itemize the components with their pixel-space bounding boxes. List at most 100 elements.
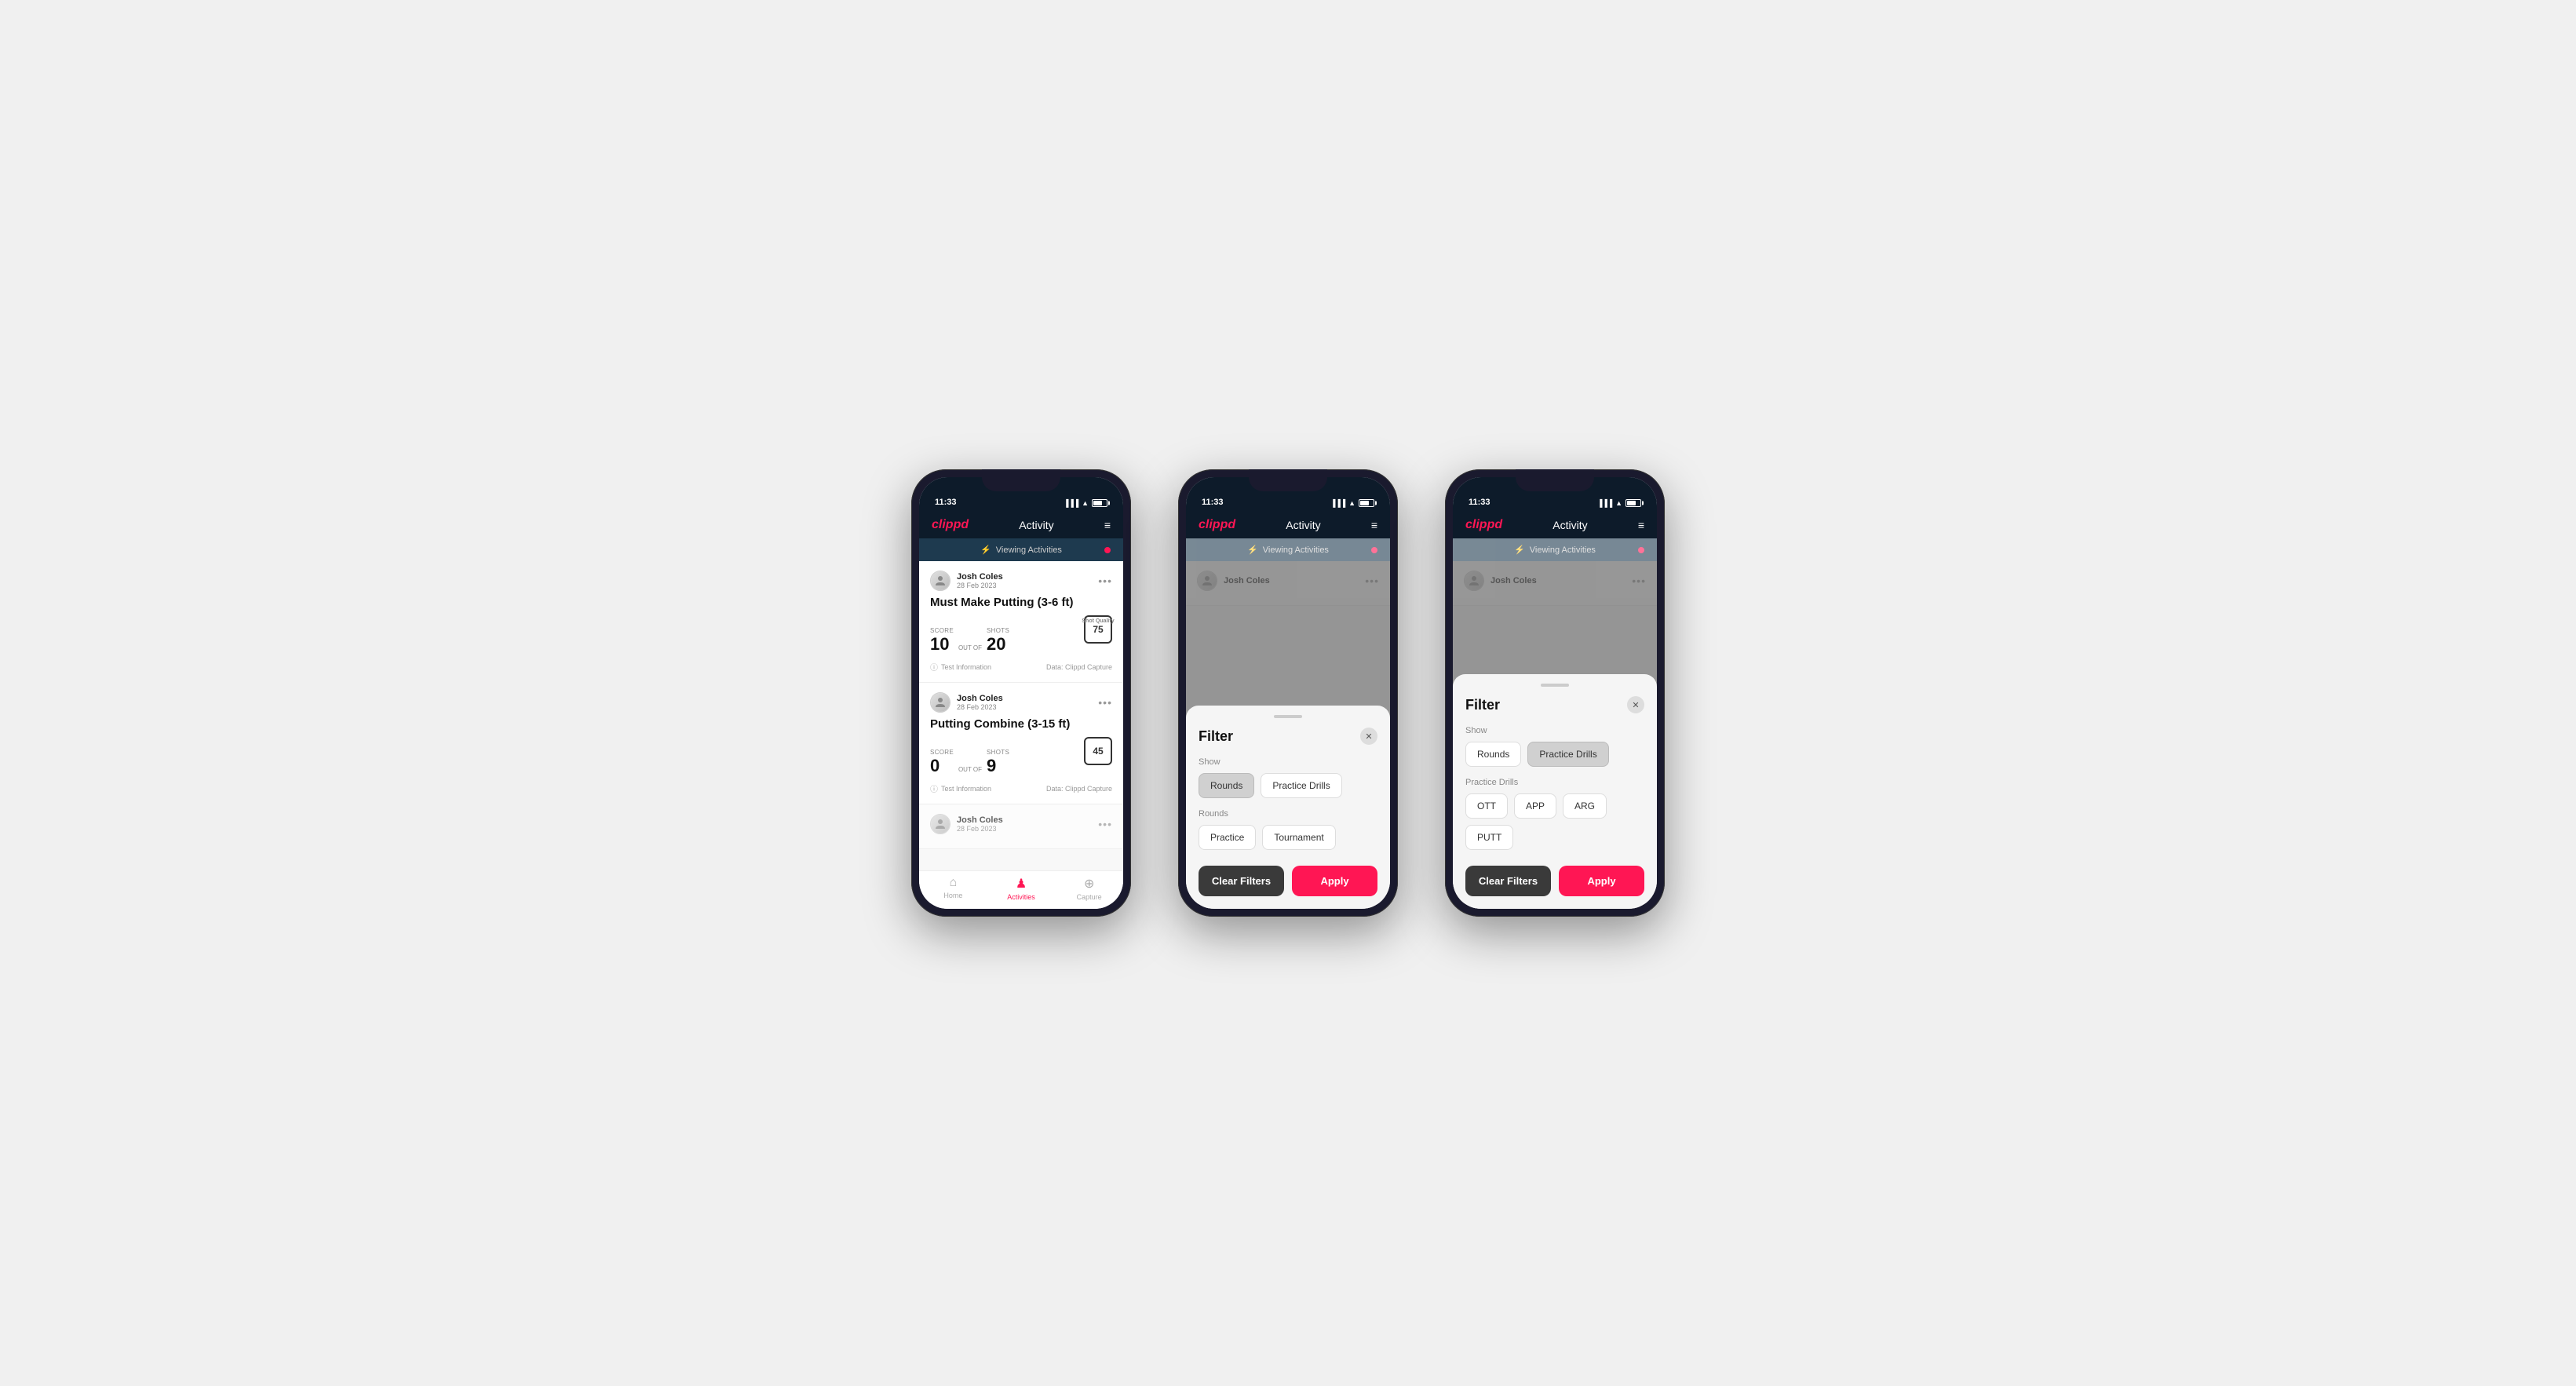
nav-logo-2: clippd xyxy=(1199,518,1235,532)
filter-btn-putt-3[interactable]: PUTT xyxy=(1465,825,1513,850)
footer-data-2: Data: Clippd Capture xyxy=(1046,785,1112,793)
shot-quality-label-1: Shot Quality xyxy=(1082,618,1114,624)
filter-btn-rounds-3[interactable]: Rounds xyxy=(1465,742,1521,767)
wifi-icon-3: ▲ xyxy=(1615,499,1622,507)
card-footer-left-2: ⓘ Test Information xyxy=(930,782,991,794)
footer-data-1: Data: Clippd Capture xyxy=(1046,663,1112,671)
signal-icon-1: ▐▐▐ xyxy=(1064,499,1078,507)
filter-handle-3 xyxy=(1541,684,1569,687)
footer-info-1: Test Information xyxy=(941,663,991,671)
viewing-dot-3 xyxy=(1638,547,1644,553)
nav-item-home-1[interactable]: ⌂ Home xyxy=(919,876,987,901)
nav-menu-3[interactable]: ≡ xyxy=(1638,519,1644,531)
status-time-3: 11:33 xyxy=(1469,498,1491,507)
nav-title-1: Activity xyxy=(1019,519,1053,531)
notch-1 xyxy=(982,469,1060,491)
card-dots-3[interactable]: ••• xyxy=(1098,818,1112,830)
stat-shots-label-2: Shots xyxy=(987,749,1009,756)
stat-score-group-1: Score 10 xyxy=(930,627,954,655)
card-dots-1[interactable]: ••• xyxy=(1098,574,1112,587)
filter-container-2: Josh Coles ••• Filter ✕ xyxy=(1186,561,1390,909)
card-title-1: Must Make Putting (3-6 ft) xyxy=(930,596,1112,609)
filter-modal-3: Filter ✕ Show Rounds Practice Drills Pra… xyxy=(1453,674,1657,909)
clear-filters-button-2[interactable]: Clear Filters xyxy=(1199,866,1284,896)
viewing-text-2: Viewing Activities xyxy=(1263,545,1329,555)
filter-close-3[interactable]: ✕ xyxy=(1627,696,1644,713)
battery-fill-1 xyxy=(1093,501,1102,505)
card-user-2: Josh Coles 28 Feb 2023 xyxy=(930,692,1003,713)
clear-filters-button-3[interactable]: Clear Filters xyxy=(1465,866,1551,896)
phone-1-screen: 11:33 ▐▐▐ ▲ clippd Activity ≡ ⚡ Viewing … xyxy=(919,477,1123,909)
card-user-3: Josh Coles 28 Feb 2023 xyxy=(930,814,1003,834)
battery-icon-2 xyxy=(1359,499,1374,507)
viewing-bar-2[interactable]: ⚡ Viewing Activities xyxy=(1186,538,1390,561)
footer-info-2: Test Information xyxy=(941,785,991,793)
nav-title-3: Activity xyxy=(1553,519,1587,531)
viewing-icon-3: ⚡ xyxy=(1514,545,1525,555)
phones-container: 11:33 ▐▐▐ ▲ clippd Activity ≡ ⚡ Viewing … xyxy=(911,469,1665,917)
avatar-inner-3 xyxy=(931,815,950,833)
nav-logo-1: clippd xyxy=(932,518,969,532)
user-name-1: Josh Coles xyxy=(957,572,1003,582)
activities-label-1: Activities xyxy=(1007,893,1035,901)
avatar-svg-2 xyxy=(934,696,947,709)
battery-icon-3 xyxy=(1626,499,1641,507)
stat-score-label-2: Score xyxy=(930,749,954,756)
avatar-svg-1 xyxy=(934,574,947,587)
filter-close-2[interactable]: ✕ xyxy=(1360,728,1377,745)
filter-title-2: Filter xyxy=(1199,728,1233,745)
avatar-2 xyxy=(930,692,950,713)
phone-1: 11:33 ▐▐▐ ▲ clippd Activity ≡ ⚡ Viewing … xyxy=(911,469,1131,917)
nav-menu-2[interactable]: ≡ xyxy=(1371,519,1377,531)
user-date-1: 28 Feb 2023 xyxy=(957,582,1003,589)
filter-btn-arg-3[interactable]: ARG xyxy=(1563,793,1607,819)
user-name-3: Josh Coles xyxy=(957,815,1003,825)
info-icon-2: ⓘ xyxy=(930,782,938,794)
home-icon-1: ⌂ xyxy=(950,876,958,890)
viewing-dot-1 xyxy=(1104,547,1111,553)
nav-item-activities-1[interactable]: ♟ Activities xyxy=(987,876,1056,901)
filter-btn-tournament-2[interactable]: Tournament xyxy=(1262,825,1335,850)
capture-label-1: Capture xyxy=(1077,893,1102,901)
phone-3-screen: 11:33 ▐▐▐ ▲ clippd Activity ≡ ⚡ Viewing … xyxy=(1453,477,1657,909)
filter-btn-rounds-2[interactable]: Rounds xyxy=(1199,773,1254,798)
card-dots-2[interactable]: ••• xyxy=(1098,696,1112,709)
phone-3: 11:33 ▐▐▐ ▲ clippd Activity ≡ ⚡ Viewing … xyxy=(1445,469,1665,917)
nav-item-capture-1[interactable]: ⊕ Capture xyxy=(1055,876,1123,901)
battery-icon-1 xyxy=(1092,499,1107,507)
wifi-icon-2: ▲ xyxy=(1348,499,1356,507)
status-time-1: 11:33 xyxy=(935,498,957,507)
nav-menu-1[interactable]: ≡ xyxy=(1104,519,1111,531)
card-header-3: Josh Coles 28 Feb 2023 ••• xyxy=(930,814,1112,834)
stat-out-of-2: OUT OF xyxy=(958,766,982,773)
nav-logo-3: clippd xyxy=(1465,518,1502,532)
apply-button-2[interactable]: Apply xyxy=(1292,866,1377,896)
nav-bar-3: clippd Activity ≡ xyxy=(1453,512,1657,538)
card-header-2: Josh Coles 28 Feb 2023 ••• xyxy=(930,692,1112,713)
stat-shots-label-1: Shots xyxy=(987,627,1009,634)
filter-btn-ott-3[interactable]: OTT xyxy=(1465,793,1508,819)
nav-title-2: Activity xyxy=(1286,519,1320,531)
filter-btn-practice-drills-2[interactable]: Practice Drills xyxy=(1261,773,1341,798)
filter-handle-2 xyxy=(1274,715,1302,718)
bottom-nav-1: ⌂ Home ♟ Activities ⊕ Capture xyxy=(919,870,1123,909)
user-info-1: Josh Coles 28 Feb 2023 xyxy=(957,572,1003,589)
filter-show-label-2: Show xyxy=(1199,757,1377,767)
filter-drills-label-3: Practice Drills xyxy=(1465,778,1644,787)
filter-btn-practice-drills-3[interactable]: Practice Drills xyxy=(1527,742,1608,767)
viewing-bar-3[interactable]: ⚡ Viewing Activities xyxy=(1453,538,1657,561)
filter-rounds-label-2: Rounds xyxy=(1199,809,1377,819)
phone-2-screen: 11:33 ▐▐▐ ▲ clippd Activity ≡ ⚡ Viewing … xyxy=(1186,477,1390,909)
filter-btn-practice-2[interactable]: Practice xyxy=(1199,825,1256,850)
viewing-icon-1: ⚡ xyxy=(980,545,991,555)
viewing-bar-1[interactable]: ⚡ Viewing Activities xyxy=(919,538,1123,561)
user-info-2: Josh Coles 28 Feb 2023 xyxy=(957,694,1003,711)
filter-title-3: Filter xyxy=(1465,697,1500,713)
stat-shots-value-2: 9 xyxy=(987,756,1009,776)
info-icon-1: ⓘ xyxy=(930,661,938,673)
avatar-1 xyxy=(930,571,950,591)
activity-card-1: Josh Coles 28 Feb 2023 ••• Must Make Put… xyxy=(919,561,1123,683)
filter-header-2: Filter ✕ xyxy=(1199,728,1377,745)
filter-btn-app-3[interactable]: APP xyxy=(1514,793,1556,819)
apply-button-3[interactable]: Apply xyxy=(1559,866,1644,896)
